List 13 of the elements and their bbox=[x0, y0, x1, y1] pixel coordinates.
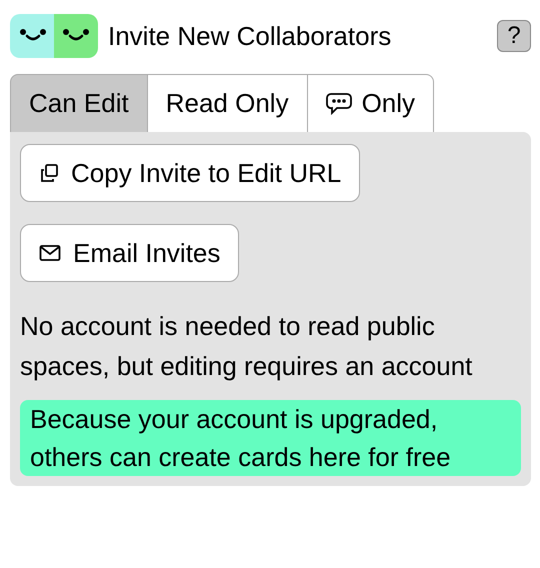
account-note: No account is needed to read public spaces, but editing requires an account bbox=[20, 310, 474, 383]
speech-bubble-icon bbox=[326, 92, 352, 116]
tab[interactable]: Read Only bbox=[148, 74, 308, 132]
tab[interactable]: Only bbox=[308, 74, 434, 132]
upgrade-notice: Because your account is upgraded, others can create cards here for free bbox=[20, 400, 521, 476]
avatar-faces-icon bbox=[10, 14, 98, 58]
email-invites-button[interactable]: Email Invites bbox=[20, 224, 240, 282]
copy-url-button[interactable]: Copy Invite to Edit URL bbox=[20, 144, 360, 202]
dialog-title: Invite New Collaborators bbox=[108, 20, 392, 52]
copy-icon bbox=[39, 163, 59, 183]
envelope-icon bbox=[39, 244, 61, 262]
help-button[interactable]: ? bbox=[497, 20, 531, 52]
tab[interactable]: Can Edit bbox=[10, 74, 148, 132]
